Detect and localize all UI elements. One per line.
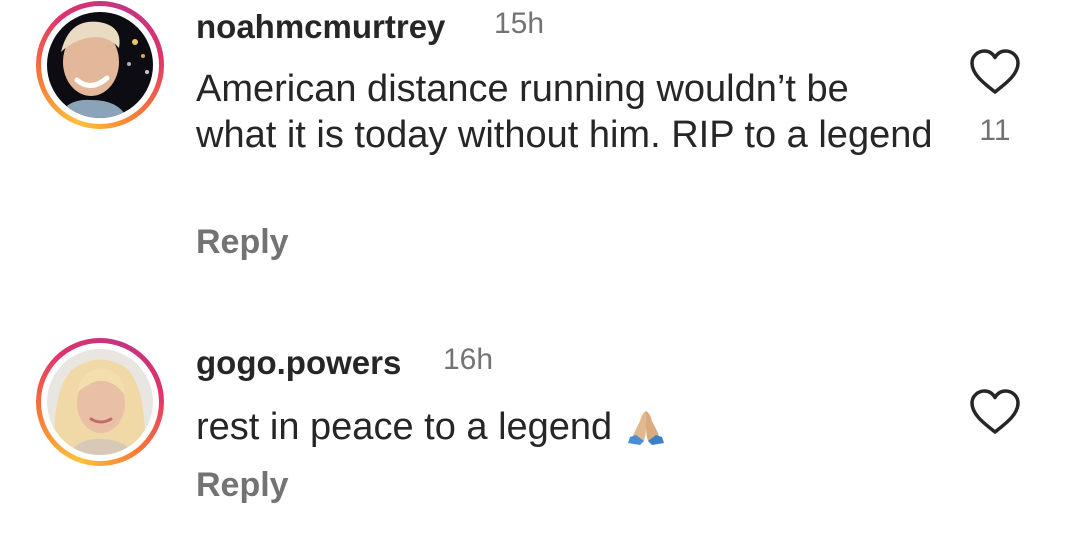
like-button[interactable] xyxy=(968,388,1022,436)
heart-icon xyxy=(970,49,1020,94)
comment-text: rest in peace to a legend xyxy=(196,404,936,450)
comment-item: gogo.powers 16h rest in peace to a legen… xyxy=(0,336,1080,537)
comment-item: noahmcmurtrey 15h American distance runn… xyxy=(0,0,1080,290)
avatar-story-ring[interactable] xyxy=(36,1,164,129)
heart-icon xyxy=(970,389,1020,434)
reply-button[interactable]: Reply xyxy=(196,466,289,505)
comment-timestamp: 15h xyxy=(494,7,545,40)
avatar-photo-icon xyxy=(47,12,153,118)
comment-text-content: rest in peace to a legend xyxy=(196,406,613,448)
avatar-story-ring[interactable] xyxy=(36,338,164,466)
username[interactable]: noahmcmurtrey xyxy=(196,8,445,46)
avatar[interactable] xyxy=(47,12,153,118)
comment-timestamp: 16h xyxy=(443,343,494,376)
username[interactable]: gogo.powers xyxy=(196,344,401,382)
like-count[interactable]: 11 xyxy=(960,114,1030,148)
avatar[interactable] xyxy=(47,349,153,455)
folded-hands-emoji-icon xyxy=(628,411,665,445)
comment-text: American distance running wouldn’t be wh… xyxy=(196,68,933,156)
avatar-photo-icon xyxy=(47,349,153,455)
reply-button[interactable]: Reply xyxy=(196,223,289,262)
like-button[interactable] xyxy=(968,48,1022,96)
